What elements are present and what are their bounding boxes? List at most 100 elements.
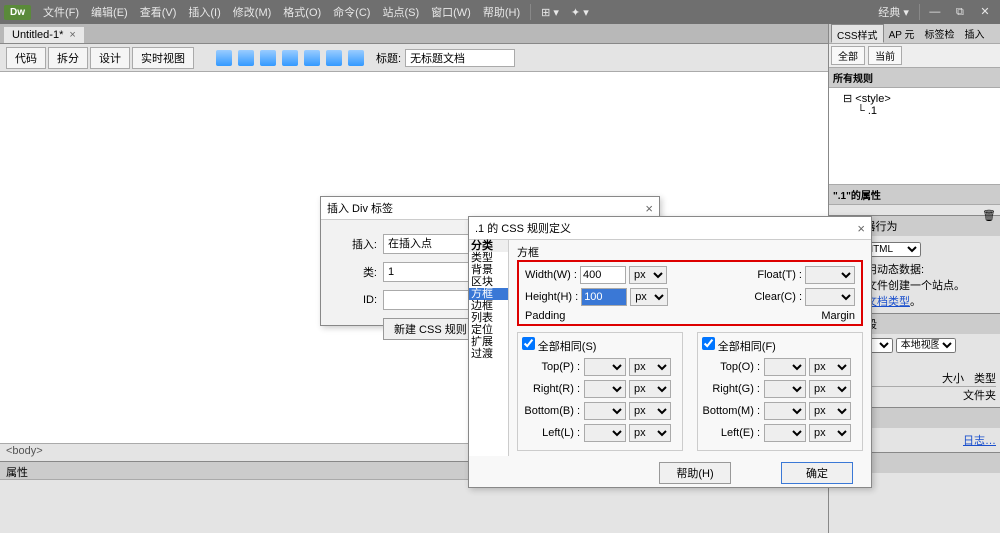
cat-extensions[interactable]: 扩展 xyxy=(469,336,508,348)
menu-view[interactable]: 查看(V) xyxy=(134,2,183,22)
menu-edit[interactable]: 编辑(E) xyxy=(85,2,134,22)
margin-group: 全部相同(F) Top(O) :px Right(G) :px Bottom(M… xyxy=(697,332,863,451)
padding-top-input[interactable] xyxy=(584,358,626,376)
menu-site[interactable]: 站点(S) xyxy=(376,2,425,22)
width-input[interactable] xyxy=(580,266,626,284)
padding-right-input[interactable] xyxy=(584,380,626,398)
help-button[interactable]: 帮助(H) xyxy=(659,462,731,484)
box-form: 方框 Width(W) : px Float(T) : Height(H) xyxy=(509,240,871,456)
title-label: 标题: xyxy=(376,50,401,66)
workspace-switcher[interactable]: 经典 ▾ xyxy=(872,2,915,22)
margin-right-input[interactable] xyxy=(764,380,806,398)
view-design-button[interactable]: 设计 xyxy=(90,47,130,69)
clear-select[interactable] xyxy=(805,288,855,306)
padding-left-input[interactable] xyxy=(584,424,626,442)
tab-tag-inspector[interactable]: 标签检 xyxy=(920,24,960,43)
rules-tree[interactable]: ⊟ <style> └ .1 xyxy=(829,88,1000,184)
menu-help[interactable]: 帮助(H) xyxy=(477,2,526,22)
tool-icon-6[interactable] xyxy=(326,50,342,66)
minimize-icon[interactable]: — xyxy=(924,6,946,18)
delete-rule-icon[interactable]: 🗑 xyxy=(982,210,996,222)
padding-bottom-label: Bottom(B) : xyxy=(522,405,580,417)
css-dialog-title: .1 的 CSS 规则定义 xyxy=(475,220,571,236)
cat-box[interactable]: 方框 xyxy=(469,288,508,300)
view-live-button[interactable]: 实时视图 xyxy=(132,47,194,69)
insert-label: 插入: xyxy=(339,236,377,252)
padding-right-unit[interactable]: px xyxy=(629,380,671,398)
tab-current[interactable]: 当前 xyxy=(868,46,902,65)
width-unit-select[interactable]: px xyxy=(629,266,667,284)
float-select[interactable] xyxy=(805,266,855,284)
layout-icon[interactable]: ⊞ ▾ xyxy=(535,4,565,21)
margin-same-checkbox[interactable]: 全部相同(F) xyxy=(702,337,858,354)
cat-position[interactable]: 定位 xyxy=(469,324,508,336)
height-input[interactable] xyxy=(581,288,627,306)
cat-type[interactable]: 类型 xyxy=(469,252,508,264)
padding-same-checkbox[interactable]: 全部相同(S) xyxy=(522,337,678,354)
tool-icon-3[interactable] xyxy=(260,50,276,66)
tool-icon-7[interactable] xyxy=(348,50,364,66)
ok-button[interactable]: 确定 xyxy=(781,462,853,484)
tab-close-icon[interactable]: × xyxy=(69,29,75,41)
padding-left-unit[interactable]: px xyxy=(629,424,671,442)
document-tab-label: Untitled-1* xyxy=(12,29,63,41)
margin-top-input[interactable] xyxy=(764,358,806,376)
margin-right-unit[interactable]: px xyxy=(809,380,851,398)
tab-all[interactable]: 全部 xyxy=(831,46,865,65)
tag-breadcrumb[interactable]: <body> xyxy=(6,445,43,457)
dialog-close-icon[interactable]: × xyxy=(645,201,653,216)
menu-insert[interactable]: 插入(I) xyxy=(182,2,226,22)
tool-icon-1[interactable] xyxy=(216,50,232,66)
padding-left-label: Left(L) : xyxy=(522,427,580,439)
category-list[interactable]: 分类 类型 背景 区块 方框 边框 列表 定位 扩展 过渡 xyxy=(469,240,509,456)
class-label: 类: xyxy=(339,264,377,280)
menu-file[interactable]: 文件(F) xyxy=(37,2,85,22)
view-select[interactable]: 本地视图 xyxy=(896,338,956,353)
view-split-button[interactable]: 拆分 xyxy=(48,47,88,69)
tab-css-styles[interactable]: CSS样式 xyxy=(831,24,884,43)
menu-format[interactable]: 格式(O) xyxy=(277,2,327,22)
cat-list[interactable]: 列表 xyxy=(469,312,508,324)
close-icon[interactable]: ✕ xyxy=(974,5,996,18)
css-panel-tabs: CSS样式 AP 元 标签检 插入 xyxy=(829,24,1000,44)
tab-ap-elements[interactable]: AP 元 xyxy=(884,24,920,43)
cat-block[interactable]: 区块 xyxy=(469,276,508,288)
highlighted-fields: Width(W) : px Float(T) : Height(H) : px xyxy=(517,260,863,326)
log-link[interactable]: 日志… xyxy=(963,435,996,447)
height-unit-select[interactable]: px xyxy=(630,288,668,306)
margin-left-input[interactable] xyxy=(764,424,806,442)
margin-top-unit[interactable]: px xyxy=(809,358,851,376)
doctype-link[interactable]: 文档类型 xyxy=(866,296,910,308)
title-input[interactable] xyxy=(405,49,515,67)
padding-top-label: Top(P) : xyxy=(522,361,580,373)
menu-bar: Dw 文件(F) 编辑(E) 查看(V) 插入(I) 修改(M) 格式(O) 命… xyxy=(0,0,1000,24)
menu-window[interactable]: 窗口(W) xyxy=(425,2,477,22)
view-code-button[interactable]: 代码 xyxy=(6,47,46,69)
cat-transition[interactable]: 过渡 xyxy=(469,348,508,360)
css-dialog-titlebar[interactable]: .1 的 CSS 规则定义 × xyxy=(469,217,871,240)
tab-insert[interactable]: 插入 xyxy=(960,24,990,43)
tool-icon-2[interactable] xyxy=(238,50,254,66)
new-css-rule-button[interactable]: 新建 CSS 规则 xyxy=(383,318,478,340)
tool-icon-5[interactable] xyxy=(304,50,320,66)
menu-commands[interactable]: 命令(C) xyxy=(327,2,376,22)
margin-left-label: Left(E) : xyxy=(702,427,760,439)
margin-bottom-unit[interactable]: px xyxy=(809,402,851,420)
maximize-icon[interactable]: ⧉ xyxy=(949,6,971,19)
cat-border[interactable]: 边框 xyxy=(469,300,508,312)
css-dialog-close-icon[interactable]: × xyxy=(857,221,865,236)
tree-rule-node[interactable]: └ .1 xyxy=(833,105,996,117)
padding-bottom-input[interactable] xyxy=(584,402,626,420)
separator xyxy=(919,4,920,20)
padding-bottom-unit[interactable]: px xyxy=(629,402,671,420)
cat-background[interactable]: 背景 xyxy=(469,264,508,276)
height-label: Height(H) : xyxy=(525,291,578,303)
margin-bottom-input[interactable] xyxy=(764,402,806,420)
margin-left-unit[interactable]: px xyxy=(809,424,851,442)
document-tab[interactable]: Untitled-1* × xyxy=(4,27,84,43)
tool-icon-4[interactable] xyxy=(282,50,298,66)
tool-icon[interactable]: ✦ ▾ xyxy=(565,4,595,21)
padding-top-unit[interactable]: px xyxy=(629,358,671,376)
menu-modify[interactable]: 修改(M) xyxy=(227,2,278,22)
tree-style-node[interactable]: ⊟ <style> xyxy=(833,92,996,105)
